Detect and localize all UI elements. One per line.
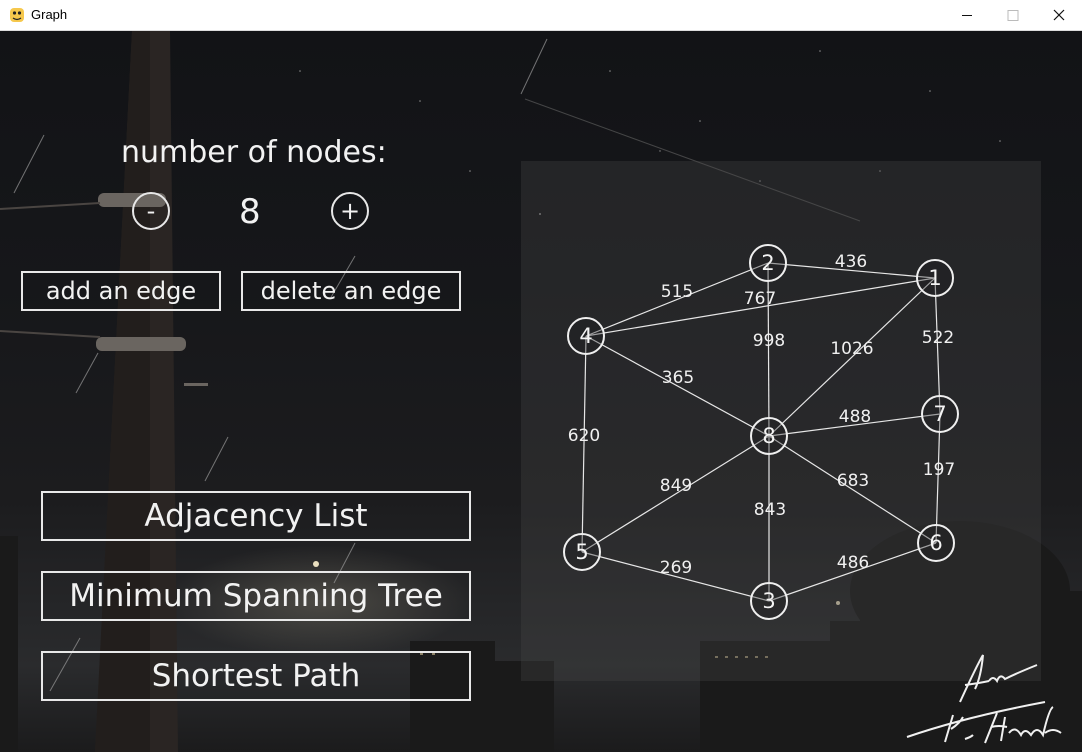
node-count-value: 8 bbox=[239, 192, 261, 232]
shortest-path-button[interactable]: Shortest Path bbox=[41, 651, 471, 701]
decrement-nodes-button[interactable]: - bbox=[132, 192, 170, 230]
graph-panel bbox=[521, 161, 1041, 681]
delete-edge-label: delete an edge bbox=[260, 277, 442, 305]
adjacency-list-label: Adjacency List bbox=[144, 498, 368, 534]
add-edge-label: add an edge bbox=[45, 277, 197, 305]
minimum-spanning-tree-button[interactable]: Minimum Spanning Tree bbox=[41, 571, 471, 621]
window-title: Graph bbox=[31, 7, 68, 22]
delete-edge-button[interactable]: delete an edge bbox=[241, 271, 461, 311]
decrement-label: - bbox=[146, 197, 156, 225]
signature-image bbox=[906, 654, 1062, 744]
adjacency-list-button[interactable]: Adjacency List bbox=[41, 491, 471, 541]
increment-label: + bbox=[339, 197, 361, 225]
close-icon[interactable] bbox=[1036, 0, 1082, 31]
nodes-count-label: number of nodes: bbox=[121, 135, 387, 170]
minimize-icon[interactable] bbox=[944, 0, 990, 31]
shortest-path-label: Shortest Path bbox=[151, 658, 361, 694]
minimum-spanning-tree-label: Minimum Spanning Tree bbox=[69, 578, 443, 614]
app-canvas: number of nodes: - 8 + add an edge delet… bbox=[0, 31, 1082, 752]
add-edge-button[interactable]: add an edge bbox=[21, 271, 221, 311]
increment-nodes-button[interactable]: + bbox=[331, 192, 369, 230]
python-snake-icon bbox=[10, 8, 24, 22]
maximize-icon[interactable] bbox=[990, 0, 1036, 31]
title-bar: Graph bbox=[0, 0, 1082, 31]
